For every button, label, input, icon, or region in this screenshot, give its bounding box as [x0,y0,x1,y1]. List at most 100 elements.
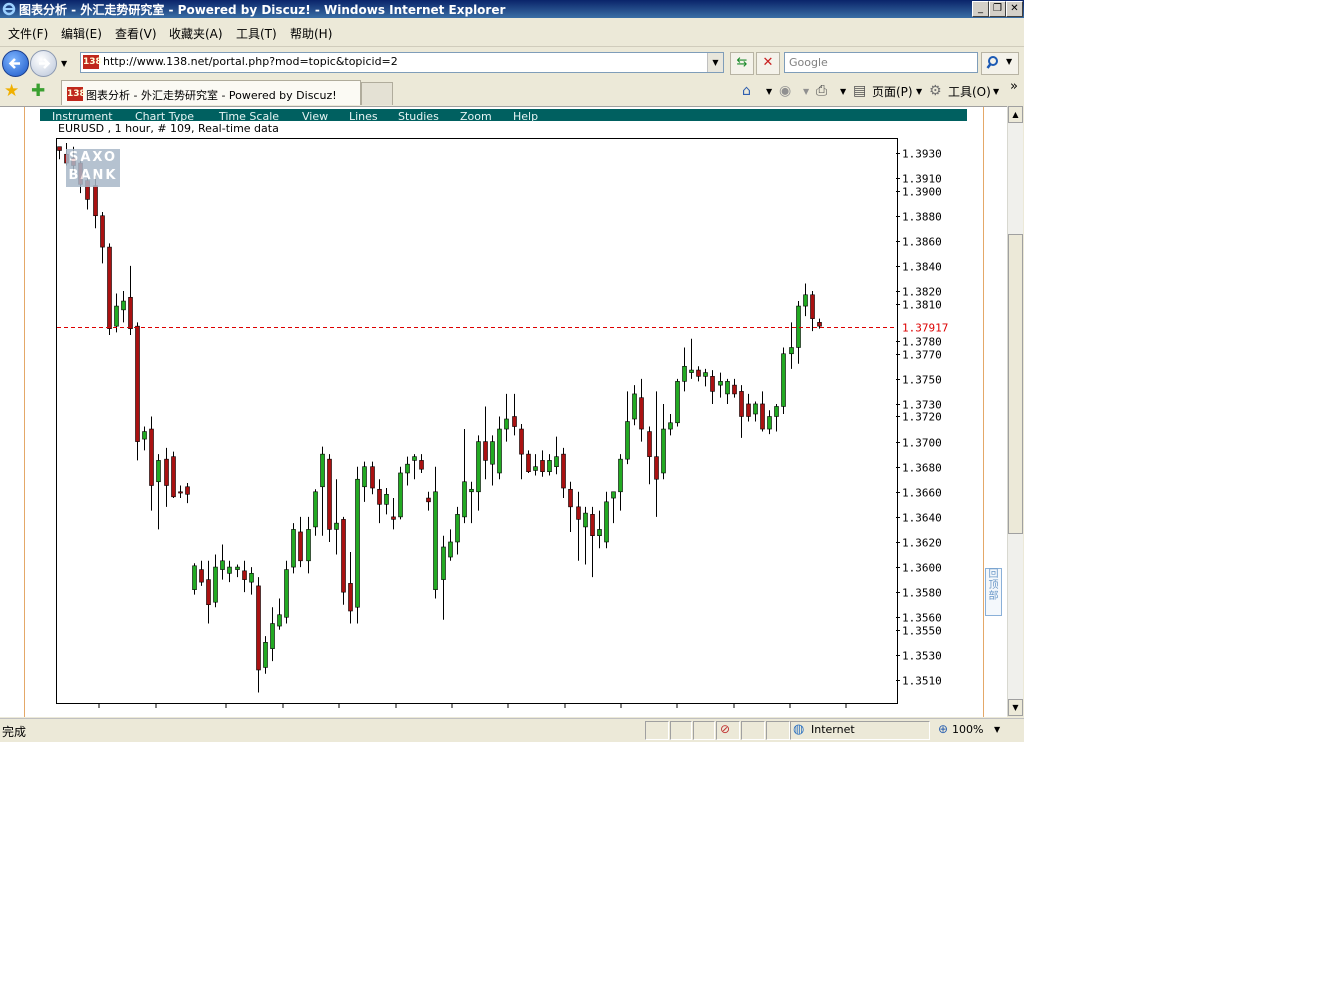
new-tab-button[interactable] [361,82,393,105]
candle [774,403,779,432]
forward-arrow-icon [39,58,51,69]
menu-favorites[interactable]: 收藏夹(A) [169,25,223,42]
maximize-button[interactable]: ❐ [989,1,1006,17]
candle-body [142,431,147,440]
candle-body [220,560,225,570]
back-to-top-button[interactable]: 回顶部 [985,568,1002,616]
page-dropdown[interactable]: ▼ [916,87,922,96]
home-dropdown[interactable]: ▼ [766,87,772,96]
candle [810,291,815,332]
candle-body [263,642,268,668]
candle-body [561,453,566,489]
candle [462,429,467,524]
favorites-star-icon[interactable]: ★ [4,82,19,100]
page-menu[interactable]: 页面(P) [872,83,913,100]
forward-button[interactable] [30,50,57,77]
candle-body [654,456,659,480]
tools-dropdown[interactable]: ▼ [993,87,999,96]
candle-body [199,569,204,583]
menu-tools[interactable]: 工具(T) [236,25,277,42]
candle-body [192,565,197,590]
candle [426,491,431,511]
zoom-level[interactable]: 100% [952,723,983,736]
candle-body [639,397,644,430]
tools-menu[interactable]: 工具(O) [948,83,991,100]
address-url[interactable]: http://www.138.net/portal.php?mod=topic&… [103,55,398,68]
candle [114,293,119,333]
history-dropdown[interactable]: ▼ [61,59,67,68]
candle-body [604,501,609,543]
candle [178,485,183,499]
candle-body [533,466,538,471]
page-content: Instrument Chart Type Time Scale View Li… [0,106,1007,717]
candle-body [497,428,502,474]
candle [519,424,524,480]
menu-file[interactable]: 文件(F) [8,25,48,42]
tab-row: ★ ✚ 138 图表分析 - 外汇走势研究室 - Powered by Disc… [0,78,1024,106]
stop-button[interactable]: ✕ [756,52,780,75]
scroll-up-arrow[interactable]: ▲ [1008,106,1023,123]
address-bar[interactable]: 138 http://www.138.net/portal.php?mod=to… [80,52,724,73]
y-axis-tick-label: 1.3640 [902,512,942,525]
feeds-icon[interactable]: ◉ [779,83,791,99]
print-dropdown[interactable]: ▼ [840,87,846,96]
search-button[interactable]: ▼ [981,52,1019,75]
home-icon[interactable]: ⌂ [742,83,751,99]
y-axis-tick-label: 1.3620 [902,537,942,550]
candle [476,435,481,511]
zoom-dropdown[interactable]: ▼ [994,725,1000,734]
add-favorites-icon[interactable]: ✚ [31,82,45,100]
y-axis-tick-label: 1.3810 [902,299,942,312]
candle-body [149,428,154,486]
candle-body [796,305,801,348]
protected-mode-pane[interactable]: ⊘ [716,721,740,740]
candle-body [803,294,808,307]
candle-body [718,381,723,386]
menu-edit[interactable]: 编辑(E) [61,25,102,42]
candlestick-chart: 1.3930 1.39101.3900 1.3880 1.3860 1.3840 1.38… [57,142,948,708]
candle-body [320,453,325,488]
watermark-line1: SAXO [68,150,118,165]
candle [327,454,332,542]
vertical-scrollbar[interactable]: ▲ ▼ [1007,106,1023,716]
candle-body [661,428,666,474]
navigation-bar: ▼ 138 http://www.138.net/portal.php?mod=… [0,47,1024,78]
search-input[interactable]: Google [784,52,978,73]
candle [341,516,346,605]
candle-body [171,456,176,498]
ie-icon [2,2,16,16]
status-bar: 完成 ⊘ ◍ Internet ⊕ 100% ▼ [0,718,1024,741]
candle [57,146,62,160]
candle-body [547,460,552,473]
candle-body [682,366,687,382]
candle-body [156,460,161,483]
candle-body [398,472,403,518]
candle [348,552,353,624]
tab-current[interactable]: 138 图表分析 - 外汇走势研究室 - Powered by Discuz! [61,80,361,105]
candle [412,454,417,480]
scroll-thumb[interactable] [1008,234,1023,534]
candle [227,560,232,583]
candle-body [213,566,218,603]
scroll-down-arrow[interactable]: ▼ [1008,699,1023,716]
candle-body [114,305,119,327]
candle [789,322,794,369]
candle-body [270,623,275,649]
candle [306,516,311,574]
back-button[interactable] [2,50,29,77]
candle [235,564,240,578]
address-dropdown[interactable]: ▼ [707,53,723,72]
print-icon[interactable]: ⎙ [816,83,827,99]
close-button[interactable]: ✕ [1006,1,1023,17]
menu-help[interactable]: 帮助(H) [290,25,332,42]
toolbar-chevron[interactable]: » [1010,79,1018,94]
candle [220,544,225,580]
candle [455,506,460,555]
feeds-dropdown[interactable]: ▼ [803,87,809,96]
globe-icon: ◍ [793,722,805,737]
candle-body [554,456,559,467]
candle [568,481,573,532]
minimize-button[interactable]: _ [972,1,989,17]
menu-view[interactable]: 查看(V) [115,25,157,42]
refresh-button[interactable]: ⇆ [730,52,754,75]
